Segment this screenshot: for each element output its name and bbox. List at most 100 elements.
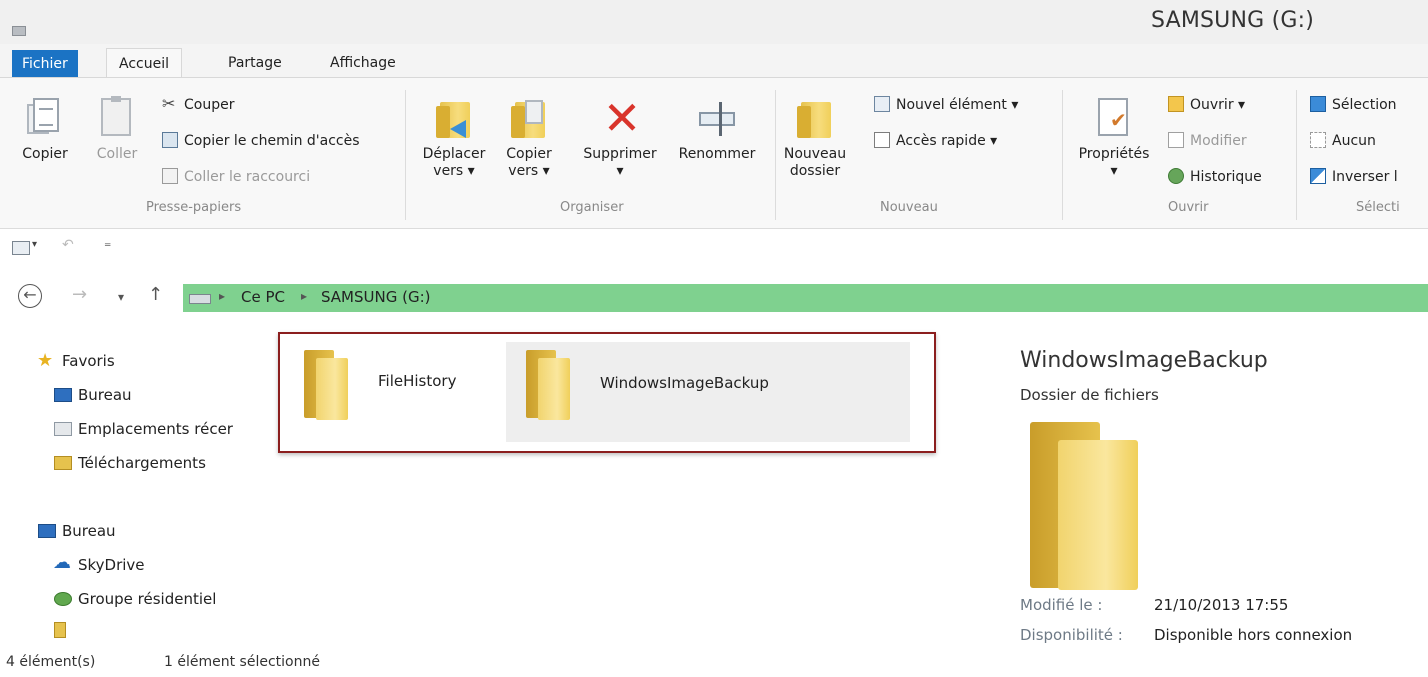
history-button[interactable]: Historique: [1168, 166, 1262, 188]
libraries-icon: [54, 622, 66, 638]
tab-home[interactable]: Accueil: [106, 48, 182, 79]
status-bar: 4 élément(s) 1 élément sélectionné: [0, 650, 1428, 677]
star-icon: [37, 350, 56, 371]
undo-icon[interactable]: ↶: [62, 237, 74, 253]
downloads-folder-icon: [54, 456, 72, 470]
invert-selection-icon: [1310, 168, 1326, 184]
customize-toolbar-icon[interactable]: ₌: [104, 235, 111, 251]
paste-button[interactable]: Coller: [92, 96, 142, 163]
open-button[interactable]: Ouvrir ▾: [1168, 94, 1245, 116]
group-separator: [1296, 90, 1297, 220]
details-title: WindowsImageBackup: [1020, 348, 1268, 373]
back-arrow-icon[interactable]: ←: [18, 284, 42, 308]
homegroup-icon: [54, 592, 72, 606]
details-type: Dossier de fichiers: [1020, 386, 1159, 404]
group-label-clipboard: Presse-papiers: [146, 200, 242, 215]
rename-icon: [697, 96, 737, 140]
breadcrumb-separator-icon[interactable]: ▸: [301, 289, 307, 303]
move-to-folder-icon: [434, 96, 474, 140]
forward-arrow-icon[interactable]: →: [72, 284, 87, 305]
list-item[interactable]: WindowsImageBackup: [506, 342, 910, 442]
breadcrumb-this-pc[interactable]: Ce PC: [241, 288, 285, 306]
history-icon: [1168, 168, 1184, 184]
delete-button[interactable]: ✕ Supprimer ▾: [574, 91, 666, 180]
up-arrow-icon[interactable]: ↑: [148, 284, 163, 305]
window-title: SAMSUNG (G:): [1151, 8, 1314, 33]
new-folder-icon: [795, 96, 835, 140]
properties-icon: [1094, 96, 1134, 140]
paste-shortcut-button[interactable]: Coller le raccourci: [162, 166, 310, 188]
desktop-icon: [38, 524, 56, 538]
ribbon-tabs: Fichier Accueil Partage Affichage: [0, 44, 1428, 79]
nav-item-favorites[interactable]: Favoris: [37, 350, 115, 371]
tab-share[interactable]: Partage: [216, 48, 294, 78]
group-label-new: Nouveau: [880, 200, 938, 215]
breadcrumb-samsung-drive[interactable]: SAMSUNG (G:): [321, 288, 431, 306]
group-separator: [405, 90, 406, 220]
dropdown-arrow-icon[interactable]: ▾: [32, 239, 37, 250]
modified-label: Modifié le :: [1020, 596, 1103, 614]
select-none-button[interactable]: Aucun: [1310, 130, 1376, 152]
new-item-icon: [874, 96, 890, 112]
nav-item-desktop-root[interactable]: Bureau: [38, 522, 116, 540]
nav-item-downloads[interactable]: Téléchargements: [54, 454, 206, 472]
group-label-open: Ouvrir: [1168, 200, 1209, 215]
folder-icon: [304, 350, 350, 420]
file-list-area[interactable]: FileHistory WindowsImageBackup: [270, 330, 980, 650]
paste-icon: [97, 96, 137, 140]
select-none-icon: [1310, 132, 1326, 148]
new-item-button[interactable]: Nouvel élément ▾: [874, 94, 1018, 116]
explorer-app-icon[interactable]: [12, 26, 26, 36]
tab-file[interactable]: Fichier: [12, 50, 78, 78]
group-separator: [1062, 90, 1063, 220]
properties-button[interactable]: Propriétés ▾: [1068, 96, 1160, 180]
address-bar[interactable]: ▸ Ce PC ▸ SAMSUNG (G:): [183, 284, 1428, 312]
group-label-organize: Organiser: [560, 200, 624, 215]
copy-to-button[interactable]: Copier vers ▾: [496, 96, 562, 180]
nav-item-desktop[interactable]: Bureau: [54, 386, 132, 404]
nav-item-homegroup[interactable]: Groupe résidentiel: [54, 590, 216, 608]
skydrive-cloud-icon: [53, 552, 72, 573]
group-label-select: Sélecti: [1356, 200, 1400, 215]
recent-locations-chevron-icon[interactable]: ▾: [118, 290, 124, 304]
list-item[interactable]: FileHistory: [284, 342, 504, 442]
details-pane: WindowsImageBackup Dossier de fichiers M…: [1006, 330, 1428, 650]
tab-view[interactable]: Affichage: [318, 48, 408, 78]
copy-button[interactable]: Copier: [20, 96, 70, 163]
edit-button[interactable]: Modifier: [1168, 130, 1247, 152]
recent-places-icon: [54, 422, 72, 436]
breadcrumb-separator-icon[interactable]: ▸: [219, 289, 225, 303]
paste-shortcut-icon: [162, 168, 178, 184]
large-folder-icon: [1030, 422, 1140, 592]
invert-selection-button[interactable]: Inverser l: [1310, 166, 1398, 188]
select-all-button[interactable]: Sélection: [1310, 94, 1397, 116]
copy-to-folder-icon: [509, 96, 549, 140]
file-name: WindowsImageBackup: [600, 374, 769, 392]
modified-value: 21/10/2013 17:55: [1154, 596, 1289, 614]
nav-item-recent-places[interactable]: Emplacements récer: [54, 420, 233, 438]
scissors-icon: [162, 93, 178, 115]
easy-access-button[interactable]: Accès rapide ▾: [874, 130, 997, 152]
item-count: 4 élément(s): [6, 654, 96, 670]
new-folder-button[interactable]: Nouveau dossier: [782, 96, 848, 180]
cut-button[interactable]: Couper: [162, 93, 234, 116]
drive-icon: [189, 294, 211, 304]
copy-path-icon: [162, 132, 178, 148]
rename-button[interactable]: Renommer: [670, 96, 764, 163]
copy-icon: [25, 96, 65, 140]
copy-path-button[interactable]: Copier le chemin d'accès: [162, 130, 360, 152]
desktop-icon: [54, 388, 72, 402]
delete-x-icon: ✕: [602, 91, 642, 145]
select-all-icon: [1310, 96, 1326, 112]
properties-quick-icon[interactable]: [12, 241, 30, 255]
nav-item-skydrive[interactable]: SkyDrive: [53, 552, 145, 574]
move-to-button[interactable]: Déplacer vers ▾: [414, 96, 494, 180]
nav-item-libraries[interactable]: [54, 622, 72, 640]
file-name: FileHistory: [378, 372, 457, 390]
navigation-pane: Favoris Bureau Emplacements récer Téléch…: [0, 330, 270, 650]
open-folder-icon: [1168, 96, 1184, 112]
availability-value[interactable]: Disponible hors connexion: [1154, 626, 1352, 644]
easy-access-icon: [874, 132, 890, 148]
availability-label: Disponibilité :: [1020, 626, 1123, 644]
title-bar: SAMSUNG (G:): [0, 0, 1428, 44]
